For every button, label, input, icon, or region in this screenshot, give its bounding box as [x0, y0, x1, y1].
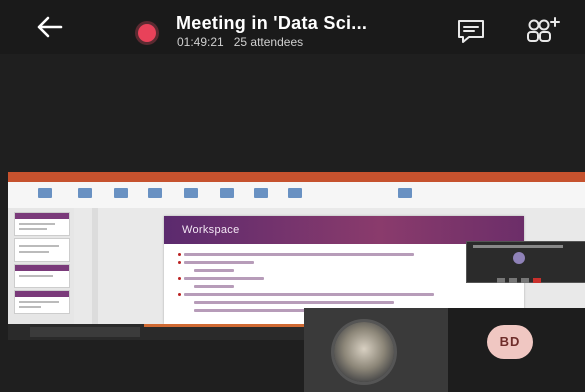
- chat-icon[interactable]: [455, 18, 487, 44]
- app-ribbon: [8, 182, 585, 209]
- ribbon-button: [288, 188, 302, 198]
- avatar: BD: [487, 325, 533, 359]
- ribbon-button: [114, 188, 128, 198]
- ribbon-button: [78, 188, 92, 198]
- slide-thumbnail: [14, 264, 70, 288]
- slide-thumbnail: [14, 238, 70, 262]
- ribbon-button: [398, 188, 412, 198]
- meeting-duration: 01:49:21: [177, 35, 224, 49]
- slide-thumbnail: [14, 212, 70, 236]
- ribbon-button: [184, 188, 198, 198]
- ribbon-button: [148, 188, 162, 198]
- taskbar-search: [30, 327, 140, 337]
- recording-icon: [138, 24, 156, 42]
- slide-thumbnails: [8, 208, 75, 324]
- ribbon-button: [254, 188, 268, 198]
- slide-thumbnail: [14, 290, 70, 314]
- meeting-subtitle: 01:49:21 25 attendees: [177, 35, 313, 49]
- ribbon-button: [38, 188, 52, 198]
- ribbon-button: [220, 188, 234, 198]
- ruler: [92, 208, 98, 324]
- slide-canvas: Workspace: [74, 208, 585, 324]
- mini-meeting-window: [466, 241, 585, 283]
- meeting-title[interactable]: Meeting in 'Data Sci...: [176, 13, 367, 34]
- meeting-header: Meeting in 'Data Sci... 01:49:21 25 atten…: [0, 0, 585, 54]
- back-arrow-icon[interactable]: [34, 14, 64, 40]
- attendee-count: 25 attendees: [233, 35, 304, 49]
- slide-title: Workspace: [182, 224, 240, 236]
- app-title-bar: [8, 172, 585, 182]
- participant-video: [334, 322, 394, 382]
- people-add-icon[interactable]: [525, 16, 561, 44]
